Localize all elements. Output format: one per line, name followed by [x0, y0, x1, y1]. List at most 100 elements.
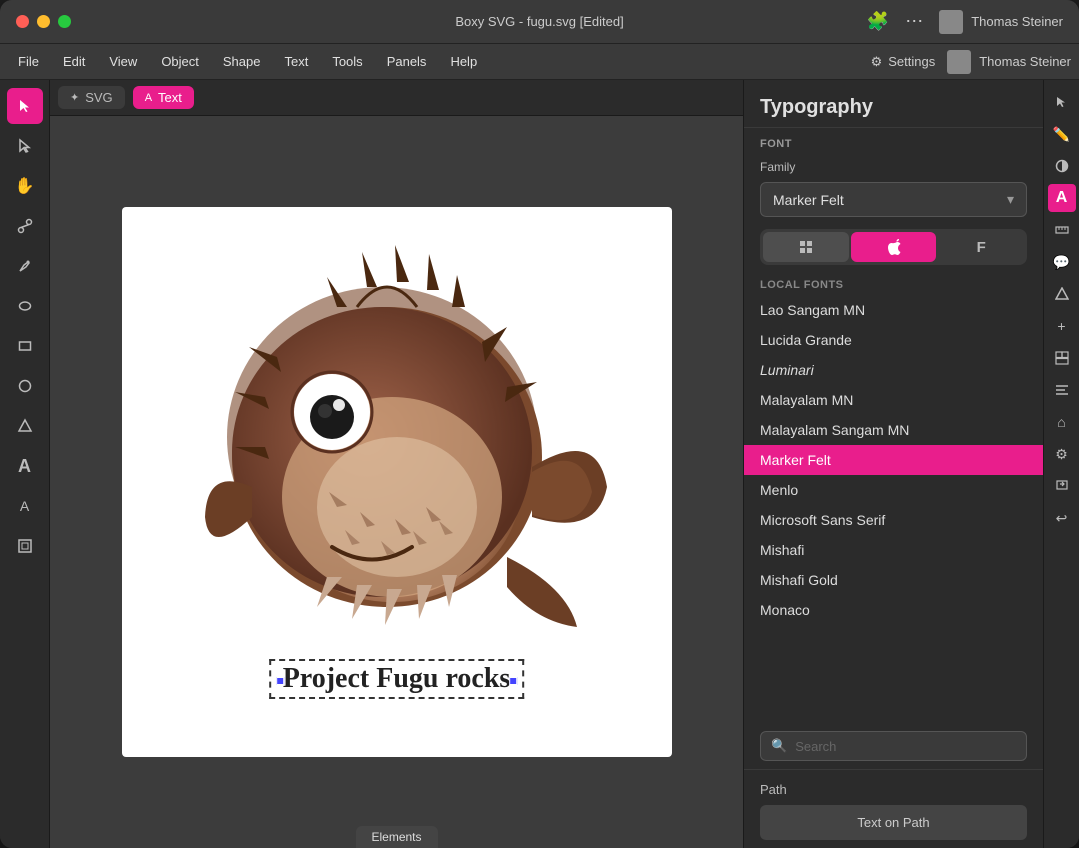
menu-view[interactable]: View: [99, 50, 147, 73]
menubar-user: Thomas Steiner: [947, 50, 1071, 74]
font-item-marker-felt[interactable]: Marker Felt: [744, 445, 1043, 475]
font-item-menlo[interactable]: Menlo: [744, 475, 1043, 505]
menu-edit[interactable]: Edit: [53, 50, 95, 73]
path-section: Path Text on Path: [744, 769, 1043, 848]
align-icon[interactable]: [1048, 376, 1076, 404]
font-item-mishafi-gold[interactable]: Mishafi Gold: [744, 565, 1043, 595]
canvas-area[interactable]: Project Fugu rocks Elements: [50, 116, 743, 848]
maximize-button[interactable]: [58, 15, 71, 28]
export-icon[interactable]: [1048, 472, 1076, 500]
typography-panel: Typography Font Family Marker Felt ▾ F L…: [743, 80, 1043, 848]
canvas-text-content: Project Fugu rocks: [283, 663, 511, 694]
shape-icon[interactable]: [1048, 280, 1076, 308]
font-item-lao-sangam[interactable]: Lao Sangam MN: [744, 295, 1043, 325]
elements-label: Elements: [371, 830, 421, 844]
window-title: Boxy SVG - fugu.svg [Edited]: [455, 14, 623, 29]
selection-handle-right[interactable]: [509, 677, 517, 685]
font-list[interactable]: Lao Sangam MN Lucida Grande Luminari Mal…: [744, 295, 1043, 723]
ellipse-tool[interactable]: [7, 288, 43, 324]
left-toolbar: ✋ A A: [0, 80, 50, 848]
frame-tool[interactable]: [7, 528, 43, 564]
canvas-text-element[interactable]: Project Fugu rocks: [269, 659, 525, 699]
pencil-icon[interactable]: ✏️: [1048, 120, 1076, 148]
gear-icon[interactable]: ⚙: [1048, 440, 1076, 468]
font-source-tab-apple[interactable]: [851, 232, 937, 262]
app-window: Boxy SVG - fugu.svg [Edited] 🧩 ⋯ Thomas …: [0, 0, 1079, 848]
close-button[interactable]: [16, 15, 29, 28]
menubar: File Edit View Object Shape Text Tools P…: [0, 44, 1079, 80]
menu-shape[interactable]: Shape: [213, 50, 271, 73]
building-icon[interactable]: ⌂: [1048, 408, 1076, 436]
select-tool[interactable]: [7, 88, 43, 124]
menu-help[interactable]: Help: [440, 50, 487, 73]
menu-object[interactable]: Object: [151, 50, 209, 73]
right-toolbar: ✏️ A 💬 + ⌂ ⚙ ↩: [1043, 80, 1079, 848]
undo-icon[interactable]: ↩: [1048, 504, 1076, 532]
triangle-tool[interactable]: [7, 408, 43, 444]
font-item-malayalam-sangam[interactable]: Malayalam Sangam MN: [744, 415, 1043, 445]
contrast-icon[interactable]: [1048, 152, 1076, 180]
font-item-monaco[interactable]: Monaco: [744, 595, 1043, 625]
minimize-button[interactable]: [37, 15, 50, 28]
font-item-lucida[interactable]: Lucida Grande: [744, 325, 1043, 355]
canvas-board: Project Fugu rocks: [122, 207, 672, 757]
font-item-luminari[interactable]: Luminari: [744, 355, 1043, 385]
font-source-tabs: F: [760, 229, 1027, 265]
font-source-tab-google[interactable]: F: [938, 232, 1024, 262]
user-name: Thomas Steiner: [971, 14, 1063, 29]
elements-panel-button[interactable]: Elements: [355, 826, 437, 848]
menu-text[interactable]: Text: [274, 50, 318, 73]
pen-tool[interactable]: [7, 248, 43, 284]
font-section-label: Font: [744, 128, 1043, 154]
pufferfish-illustration: [177, 227, 617, 687]
search-box[interactable]: 🔍: [760, 731, 1027, 761]
text-on-path-button[interactable]: Text on Path: [760, 805, 1027, 840]
canvas-container: ✦ SVG A Text: [50, 80, 743, 848]
search-icon: 🔍: [771, 738, 787, 754]
main-area: ✋ A A: [0, 80, 1079, 848]
local-fonts-label: LOCAL FONTS: [744, 273, 1043, 295]
menu-file[interactable]: File: [8, 50, 49, 73]
svg-icon: ✦: [70, 91, 79, 104]
text-tab-label: Text: [158, 90, 182, 105]
cursor-icon[interactable]: [1048, 88, 1076, 116]
direct-select-tool[interactable]: [7, 128, 43, 164]
tab-text[interactable]: A Text: [133, 86, 194, 109]
settings-label: Settings: [888, 54, 935, 69]
menubar-user-name: Thomas Steiner: [979, 54, 1071, 69]
layers-icon[interactable]: [1048, 344, 1076, 372]
plus-icon[interactable]: +: [1048, 312, 1076, 340]
tab-svg[interactable]: ✦ SVG: [58, 86, 125, 109]
font-item-mishafi[interactable]: Mishafi: [744, 535, 1043, 565]
search-input[interactable]: [795, 739, 1016, 754]
font-family-dropdown[interactable]: Marker Felt ▾: [760, 182, 1027, 217]
path-section-label: Path: [744, 782, 1043, 805]
family-label: Family: [744, 154, 1043, 178]
font-source-tab-grid[interactable]: [763, 232, 849, 262]
svg-tab-label: SVG: [85, 90, 112, 105]
text-tool[interactable]: A: [7, 448, 43, 484]
font-item-microsoft[interactable]: Microsoft Sans Serif: [744, 505, 1043, 535]
rectangle-tool[interactable]: [7, 328, 43, 364]
pan-tool[interactable]: ✋: [7, 168, 43, 204]
menubar-right: ⚙ Settings Thomas Steiner: [871, 50, 1071, 74]
ruler-icon[interactable]: [1048, 216, 1076, 244]
traffic-lights: [16, 15, 71, 28]
extensions-icon[interactable]: 🧩: [867, 11, 889, 32]
canvas-tabs: ✦ SVG A Text: [50, 80, 743, 116]
settings-icon: ⚙: [871, 54, 883, 70]
font-item-malayalam[interactable]: Malayalam MN: [744, 385, 1043, 415]
titlebar: Boxy SVG - fugu.svg [Edited] 🧩 ⋯ Thomas …: [0, 0, 1079, 44]
comment-icon[interactable]: 💬: [1048, 248, 1076, 276]
circle-tool[interactable]: [7, 368, 43, 404]
more-options-icon[interactable]: ⋯: [905, 11, 923, 32]
node-tool[interactable]: [7, 208, 43, 244]
panel-title: Typography: [744, 80, 1043, 128]
menubar-avatar: [947, 50, 971, 74]
text-small-tool[interactable]: A: [7, 488, 43, 524]
typography-panel-icon[interactable]: A: [1048, 184, 1076, 212]
menu-tools[interactable]: Tools: [322, 50, 372, 73]
avatar: [939, 10, 963, 34]
settings-button[interactable]: ⚙ Settings: [871, 54, 936, 70]
menu-panels[interactable]: Panels: [377, 50, 437, 73]
